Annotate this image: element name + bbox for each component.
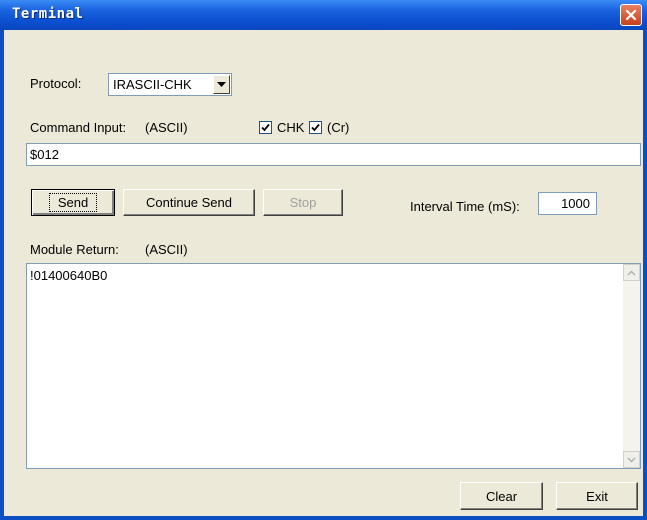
scroll-up-button[interactable] bbox=[623, 264, 640, 281]
send-button[interactable]: Send bbox=[31, 189, 115, 216]
terminal-window: Terminal Protocol: IRASCII-CHK Command I… bbox=[0, 0, 647, 520]
cr-checkbox[interactable] bbox=[309, 121, 322, 134]
close-button[interactable] bbox=[620, 4, 642, 26]
close-icon bbox=[625, 9, 637, 21]
stop-button[interactable]: Stop bbox=[263, 189, 343, 216]
protocol-selected-value: IRASCII-CHK bbox=[113, 77, 192, 92]
checkmark-icon bbox=[261, 123, 270, 132]
dialog-body: Protocol: IRASCII-CHK Command Input: (AS… bbox=[4, 30, 643, 516]
checkmark-icon bbox=[311, 123, 320, 132]
stop-label: Stop bbox=[289, 195, 317, 210]
module-return-text: !01400640B0 bbox=[30, 268, 108, 283]
interval-time-value: 1000 bbox=[561, 196, 590, 211]
interval-time-label: Interval Time (mS): bbox=[410, 199, 520, 214]
window-title: Terminal bbox=[12, 6, 84, 22]
vertical-scrollbar[interactable] bbox=[623, 264, 640, 468]
protocol-label: Protocol: bbox=[30, 76, 82, 91]
continue-send-label: Continue Send bbox=[145, 195, 232, 210]
exit-label: Exit bbox=[586, 488, 608, 504]
cr-label: (Cr) bbox=[327, 120, 350, 135]
exit-button[interactable]: Exit bbox=[556, 482, 638, 510]
scroll-down-button[interactable] bbox=[623, 451, 640, 468]
command-input-label: Command Input: bbox=[30, 120, 127, 135]
chk-checkbox[interactable] bbox=[259, 121, 272, 134]
command-mode-label: (ASCII) bbox=[145, 120, 188, 135]
interval-time-input[interactable]: 1000 bbox=[538, 192, 597, 215]
send-button-label: Send bbox=[48, 193, 98, 212]
continue-send-button[interactable]: Continue Send bbox=[123, 189, 255, 216]
command-input[interactable]: $012 bbox=[26, 143, 641, 166]
title-bar[interactable]: Terminal bbox=[0, 0, 647, 30]
chevron-down-icon bbox=[217, 82, 226, 87]
module-return-label: Module Return: bbox=[30, 242, 119, 257]
module-return-output[interactable]: !01400640B0 bbox=[26, 263, 641, 469]
protocol-select[interactable]: IRASCII-CHK bbox=[108, 73, 232, 96]
chk-label: CHK bbox=[277, 120, 305, 135]
clear-label: Clear bbox=[485, 488, 518, 504]
command-input-value: $012 bbox=[30, 147, 59, 162]
clear-button[interactable]: Clear bbox=[460, 482, 543, 510]
chevron-up-icon bbox=[627, 269, 636, 276]
dropdown-arrow-button[interactable] bbox=[213, 75, 230, 94]
chevron-down-icon bbox=[627, 456, 636, 463]
module-return-mode-label: (ASCII) bbox=[145, 242, 188, 257]
